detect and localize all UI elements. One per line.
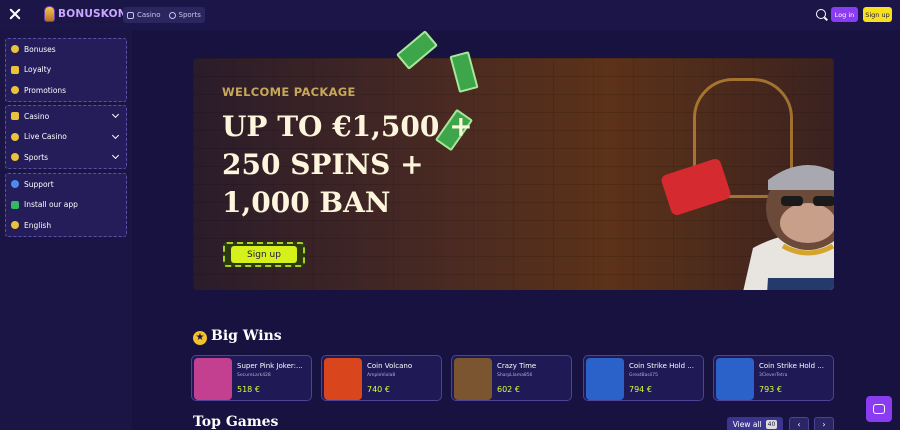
win-game-name: Super Pink Joker:... [237, 362, 303, 370]
sidebar-item-label: Loyalty [24, 65, 52, 75]
sidebar-group-products: Casino Live Casino Sports [5, 105, 127, 169]
game-thumbnail [586, 358, 624, 400]
tab-casino[interactable]: Casino [127, 11, 161, 19]
win-user-name: SharpLlama856 [497, 373, 533, 378]
win-card[interactable]: Coin Strike Hold ... 3CleverTetra 793 € [713, 355, 834, 401]
win-user-name: SecureLark428 [237, 373, 271, 378]
games-count-badge: 40 [765, 420, 778, 429]
sidebar-item-label: Install our app [24, 200, 78, 210]
big-wins-list: Super Pink Joker:... SecureLark428 518 €… [191, 355, 836, 401]
sidebar-item-label: Bonuses [24, 44, 56, 54]
win-user-name: GreatBasil75 [629, 373, 658, 378]
sidebar-item-sports[interactable]: Sports [6, 147, 126, 168]
win-game-name: Coin Volcano [367, 362, 413, 370]
ball-icon [168, 11, 176, 19]
bonus-icon [11, 45, 19, 54]
hero-signup-button[interactable]: Sign up [223, 242, 305, 267]
sidebar-item-install-app[interactable]: Install our app [6, 195, 126, 216]
crown-icon [11, 65, 19, 74]
login-button[interactable]: Log in [831, 7, 858, 22]
win-card[interactable]: Coin Volcano AmpleViola8 740 € [321, 355, 442, 401]
chat-icon [873, 404, 885, 414]
game-thumbnail [324, 358, 362, 400]
chevron-right-icon: › [822, 420, 826, 429]
win-amount: 740 € [367, 385, 390, 394]
prev-button[interactable]: ‹ [789, 417, 809, 430]
win-game-name: Coin Strike Hold ... [759, 362, 824, 370]
sidebar-item-label: Live Casino [24, 132, 67, 142]
next-button[interactable]: › [814, 417, 834, 430]
star-icon: ★ [193, 331, 207, 345]
win-amount: 602 € [497, 385, 520, 394]
tab-casino-label: Casino [137, 11, 161, 19]
win-game-name: Coin Strike Hold ... [629, 362, 694, 370]
win-card[interactable]: Crazy Time SharpLlama856 602 € [451, 355, 572, 401]
sidebar-item-support[interactable]: Support [6, 174, 126, 195]
sidebar-item-live-casino[interactable]: Live Casino [6, 127, 126, 148]
hero-title: UP TO €1,500 + 250 SPINS + 1,000 BAN [222, 110, 473, 219]
casino-icon [11, 112, 19, 121]
sidebar-item-promotions[interactable]: Promotions [6, 80, 126, 101]
live-icon [11, 132, 19, 141]
sidebar-item-casino[interactable]: Casino [6, 106, 126, 127]
sidebar-item-label: Casino [24, 111, 50, 121]
globe-icon [11, 221, 19, 230]
dice-icon [127, 11, 134, 19]
view-all-label: View all [732, 420, 762, 429]
tab-sports-label: Sports [178, 11, 201, 19]
sidebar-group-support: Support Install our app English [5, 173, 127, 237]
logo-mark-icon [44, 6, 55, 22]
sidebar-item-label: Promotions [24, 85, 67, 95]
hero-signup-label: Sign up [231, 246, 297, 263]
sidebar-item-bonuses[interactable]: Bonuses [6, 39, 126, 60]
win-game-name: Crazy Time [497, 362, 537, 370]
close-menu-icon[interactable] [9, 8, 21, 20]
sidebar-item-language[interactable]: English [6, 215, 126, 236]
sidebar-item-label: English [24, 220, 52, 230]
sidebar: Bonuses Loyalty Promotions Casino Live C… [0, 30, 132, 430]
chevron-down-icon[interactable] [111, 151, 120, 160]
win-amount: 794 € [629, 385, 652, 394]
logo[interactable]: BONUSKONG [44, 6, 136, 22]
top-games-title: Top Games [193, 414, 279, 430]
search-icon[interactable] [816, 9, 826, 19]
win-user-name: 3CleverTetra [759, 373, 788, 378]
view-all-button[interactable]: View all 40 [727, 417, 783, 430]
sidebar-item-label: Support [24, 179, 54, 189]
ball-icon [11, 153, 19, 162]
win-card[interactable]: Super Pink Joker:... SecureLark428 518 € [191, 355, 312, 401]
support-icon [11, 180, 19, 189]
sidebar-group-bonuses: Bonuses Loyalty Promotions [5, 38, 127, 102]
big-wins-title: Big Wins [211, 328, 282, 344]
sidebar-item-loyalty[interactable]: Loyalty [6, 60, 126, 81]
android-icon [11, 200, 19, 209]
game-thumbnail [194, 358, 232, 400]
chevron-down-icon[interactable] [111, 131, 120, 139]
game-thumbnail [454, 358, 492, 400]
sidebar-item-label: Sports [24, 152, 49, 162]
tab-sports[interactable]: Sports [168, 11, 201, 19]
game-thumbnail [716, 358, 754, 400]
page: BONUSKONG Casino Sports Log in Sign up B… [0, 0, 900, 430]
chat-support-button[interactable] [866, 396, 892, 422]
win-card[interactable]: Coin Strike Hold ... GreatBasil75 794 € [583, 355, 704, 401]
signup-button[interactable]: Sign up [863, 7, 892, 22]
promo-icon [11, 86, 19, 95]
chevron-down-icon[interactable] [111, 110, 120, 119]
top-bar: BONUSKONG Casino Sports Log in Sign up [0, 0, 900, 30]
win-amount: 793 € [759, 385, 782, 394]
chevron-left-icon: ‹ [797, 420, 801, 429]
category-tabs: Casino Sports [123, 7, 205, 23]
win-user-name: AmpleViola8 [367, 373, 396, 378]
gorilla-mascot-illustration [743, 165, 834, 290]
win-amount: 518 € [237, 385, 260, 394]
hero-subtitle: WELCOME PACKAGE [222, 85, 356, 99]
